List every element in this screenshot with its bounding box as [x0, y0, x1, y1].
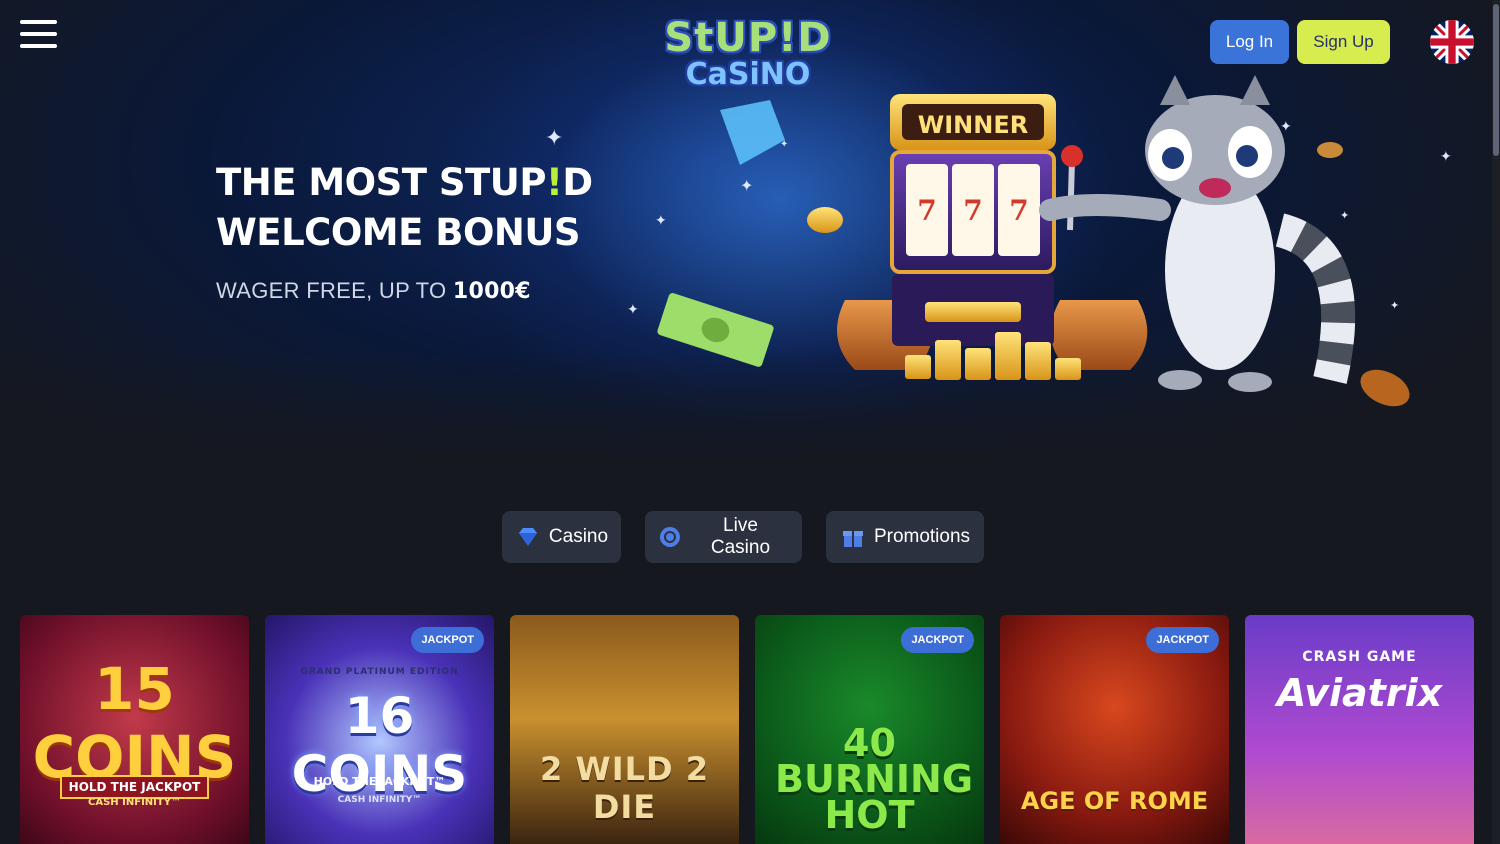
jackpot-badge: JACKPOT	[411, 627, 484, 653]
game-tile[interactable]: CRASH GAME Aviatrix	[1245, 615, 1474, 844]
game-tile[interactable]: 15 COINS HOLD THE JACKPOT CASH INFINITY™	[20, 615, 249, 844]
game-edition: GRAND PLATINUM EDITION	[300, 667, 459, 677]
svg-text:7: 7	[1009, 194, 1028, 227]
gift-icon	[842, 531, 863, 547]
logo-subtext: CaSiNO	[685, 57, 811, 92]
hero-subtitle-text: WAGER FREE, UP TO	[216, 278, 453, 303]
game-title: AGE OF ROME	[1020, 787, 1209, 815]
hero-subtitle: WAGER FREE, UP TO 1000€	[216, 278, 531, 304]
scrollbar[interactable]	[1492, 0, 1500, 844]
jackpot-badge: JACKPOT	[901, 627, 974, 653]
hero-title: THE MOST STUP!D WELCOME BONUS	[216, 158, 636, 258]
game-category: CRASH GAME	[1302, 649, 1417, 665]
game-tile[interactable]: 2 WILD 2 DIE	[510, 615, 739, 844]
uk-flag-icon[interactable]	[1430, 20, 1474, 64]
game-title: 40 BURNING HOT	[775, 721, 974, 837]
svg-text:7: 7	[963, 194, 982, 227]
game-title: Aviatrix	[1276, 671, 1443, 715]
menu-icon[interactable]	[20, 20, 57, 48]
sparkle-icon: ✦	[545, 126, 564, 151]
scrollbar-thumb[interactable]	[1493, 4, 1499, 156]
hero-title-bang: !	[545, 161, 563, 204]
game-title: 2 WILD 2 DIE	[540, 750, 709, 826]
category-live-casino[interactable]: Live Casino	[645, 511, 802, 563]
game-tile[interactable]: JACKPOT GRAND PLATINUM EDITION 16 COINS …	[265, 615, 494, 844]
game-tile[interactable]: JACKPOT 40 BURNING HOT	[755, 615, 984, 844]
game-tagline: HOLD THE JACKPOT	[60, 775, 209, 799]
hero-title-line2: WELCOME BONUS	[216, 211, 581, 254]
category-label: Casino	[548, 526, 609, 547]
slot-machine-illustration: WINNER 7 7 7	[657, 75, 1410, 407]
sparkle-icon: ✦	[627, 302, 639, 318]
jackpot-badge: JACKPOT	[1146, 627, 1219, 653]
category-casino[interactable]: Casino	[502, 511, 621, 563]
game-title: 15 COINS	[32, 655, 237, 791]
category-promotions[interactable]: Promotions	[826, 511, 984, 563]
logo[interactable]: StUP!D CaSiNO	[660, 18, 836, 98]
login-button[interactable]: Log In	[1210, 20, 1289, 64]
game-tile[interactable]: JACKPOT AGE OF ROME	[1000, 615, 1229, 844]
sparkle-icon: ✦	[1440, 149, 1452, 165]
svg-text:WINNER: WINNER	[918, 111, 1028, 139]
hero-title-text: D	[562, 161, 593, 204]
signup-button[interactable]: Sign Up	[1297, 20, 1390, 64]
hero-title-text: THE MOST STUP	[216, 161, 546, 204]
page: ✦ ✦ ✦ ✦ ✦ ✦ ✦ ✦ ✦ ✦	[0, 0, 1500, 844]
logo-text: StUP!D	[664, 15, 832, 61]
bonus-amount: 1000€	[452, 279, 531, 304]
category-label: Promotions	[873, 526, 971, 547]
poker-chip-icon	[659, 527, 680, 547]
game-subtitle: CASH INFINITY™	[337, 795, 422, 805]
svg-text:7: 7	[917, 194, 936, 227]
diamond-icon	[518, 528, 537, 546]
game-subtitle: CASH INFINITY™	[88, 797, 181, 808]
game-tagline: HOLD THE JACKPOT™	[313, 775, 446, 788]
category-label: Live Casino	[710, 515, 771, 558]
